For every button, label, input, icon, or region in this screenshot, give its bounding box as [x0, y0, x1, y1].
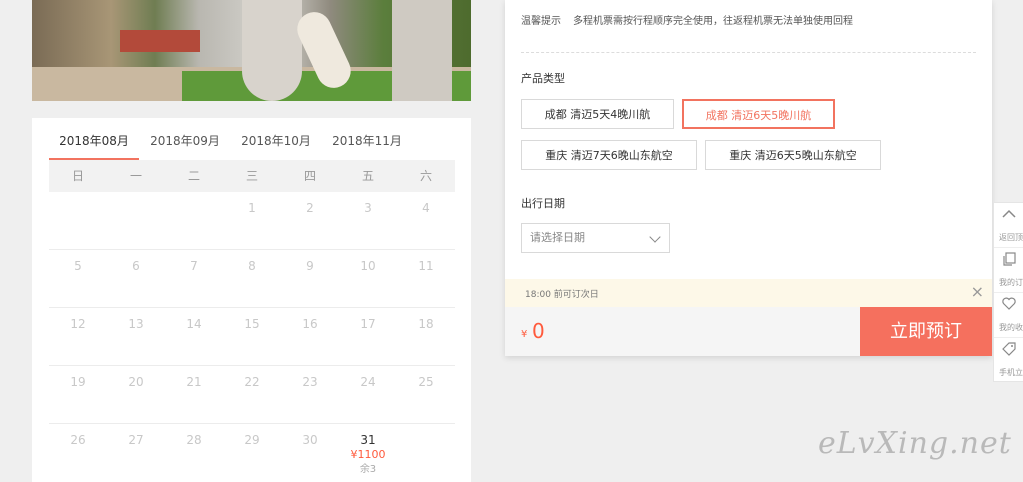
calendar-row-divider [49, 307, 455, 308]
orders-icon [994, 252, 1023, 270]
weekday-sun: 日 [71, 169, 84, 183]
calendar-day: 5 [74, 259, 82, 273]
calendar-day: 27 [128, 433, 144, 447]
total-price: 0 [532, 319, 545, 343]
weekday-fri: 五 [361, 169, 374, 183]
tab-2018-10[interactable]: 2018年10月 [231, 128, 321, 158]
calendar-day: 20 [128, 375, 144, 389]
chevron-down-icon [649, 231, 661, 243]
calendar-day: 28 [186, 433, 202, 447]
product-option-2[interactable]: 成都 清迈6天5晚川航 [682, 99, 835, 129]
calendar-day: 10 [360, 259, 376, 273]
weekday-sat: 六 [419, 169, 432, 183]
notice-bar: 18:00 前可订次日 × [505, 279, 992, 307]
hero-elephant-trunk [242, 0, 302, 101]
chevron-up-icon [994, 207, 1023, 223]
calendar-day: 9 [306, 259, 314, 273]
calendar-day: 16 [302, 317, 318, 331]
calendar-day: 29 [244, 433, 260, 447]
date-select[interactable]: 请选择日期 [521, 223, 670, 253]
calendar-day[interactable]: 31 [339, 433, 397, 447]
calendar-day: 2 [306, 201, 314, 215]
calendar-day: 7 [190, 259, 198, 273]
tab-2018-11[interactable]: 2018年11月 [322, 128, 412, 158]
calendar-day: 15 [244, 317, 260, 331]
tip-text: 多程机票需按行程顺序完全使用，往返程机票无法单独使用回程 [573, 16, 853, 27]
mobile-booking-label: 手机立 [999, 368, 1023, 377]
close-icon[interactable]: × [971, 282, 984, 301]
calendar-day: 8 [248, 259, 256, 273]
product-option-3[interactable]: 重庆 清迈7天6晚山东航空 [521, 140, 697, 170]
weekday-header: 日 一 二 三 四 五 六 [49, 160, 455, 192]
calendar-day: 21 [186, 375, 202, 389]
calendar-row-divider [49, 365, 455, 366]
calendar-day: 3 [364, 201, 372, 215]
product-option-1[interactable]: 成都 清迈5天4晚川航 [521, 99, 674, 129]
book-now-button[interactable]: 立即预订 [860, 307, 992, 356]
divider [521, 52, 976, 53]
calendar-day: 26 [70, 433, 86, 447]
calendar-day: 24 [360, 375, 376, 389]
weekday-tue: 二 [187, 169, 200, 183]
tag-icon [994, 342, 1023, 360]
calendar-day: 19 [70, 375, 86, 389]
watermark: eLvXing.net [818, 426, 1012, 461]
heart-icon [994, 297, 1023, 314]
calendar-row-divider [49, 423, 455, 424]
hero-stairs [120, 30, 200, 52]
hero-elephant-leg [392, 0, 452, 101]
calendar-day: 11 [418, 259, 434, 273]
my-favorites-button[interactable]: 我的收 [994, 293, 1023, 338]
weekday-mon: 一 [129, 169, 142, 183]
notice-text: 18:00 前可订次日 [525, 290, 599, 300]
calendar-day: 23 [302, 375, 318, 389]
date-select-placeholder: 请选择日期 [530, 231, 585, 244]
calendar-day: 17 [360, 317, 376, 331]
calendar-day: 14 [186, 317, 202, 331]
currency-symbol: ¥ [521, 329, 528, 340]
tip-label: 温馨提示 [521, 16, 561, 27]
hero-image [32, 0, 471, 101]
calendar-day: 13 [128, 317, 144, 331]
back-to-top-button[interactable]: 返回顶 [994, 203, 1023, 248]
weekday-wed: 三 [245, 169, 258, 183]
product-type-title: 产品类型 [521, 72, 565, 85]
weekday-thu: 四 [303, 169, 316, 183]
side-toolbar: 返回顶 我的订 我的收 手机立 [993, 202, 1023, 382]
back-to-top-label: 返回顶 [999, 233, 1023, 242]
calendar-day: 12 [70, 317, 86, 331]
calendar-day: 25 [418, 375, 434, 389]
tip: 温馨提示 多程机票需按行程顺序完全使用，往返程机票无法单独使用回程 [521, 12, 853, 27]
mobile-booking-button[interactable]: 手机立 [994, 338, 1023, 383]
my-orders-button[interactable]: 我的订 [994, 248, 1023, 293]
product-option-4[interactable]: 重庆 清迈6天5晚山东航空 [705, 140, 881, 170]
booking-panel: 温馨提示 多程机票需按行程顺序完全使用，往返程机票无法单独使用回程 产品类型 成都… [505, 0, 992, 356]
tab-2018-09[interactable]: 2018年09月 [140, 128, 230, 158]
day-stock: 余3 [359, 464, 377, 475]
tab-2018-08[interactable]: 2018年08月 [49, 128, 139, 161]
calendar-day: 1 [248, 201, 256, 215]
calendar-day: 22 [244, 375, 260, 389]
calendar-day: 18 [418, 317, 434, 331]
calendar-day: 30 [302, 433, 318, 447]
calendar-row-divider [49, 249, 455, 250]
calendar-day: 4 [422, 201, 430, 215]
my-favorites-label: 我的收 [999, 323, 1023, 332]
booking-bar: ¥ 0 立即预订 [505, 307, 992, 356]
calendar-day: 6 [132, 259, 140, 273]
travel-date-title: 出行日期 [521, 197, 565, 210]
my-orders-label: 我的订 [999, 278, 1023, 287]
calendar-card: 2018年08月 2018年09月 2018年10月 2018年11月 日 一 … [32, 118, 471, 482]
